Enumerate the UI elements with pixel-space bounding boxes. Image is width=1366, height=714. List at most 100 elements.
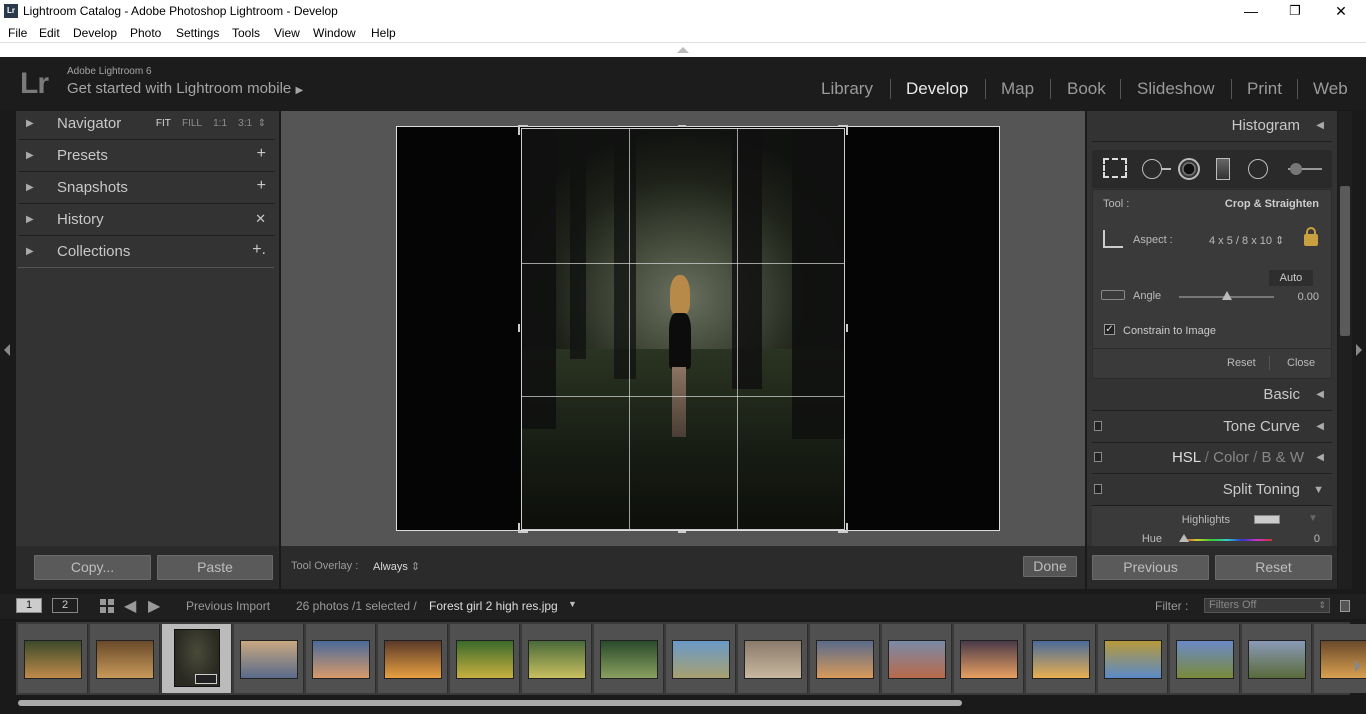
constrain-label[interactable]: Constrain to Image bbox=[1123, 325, 1216, 337]
photo-thumbnail[interactable] bbox=[384, 640, 442, 679]
grid-view-icon[interactable] bbox=[100, 599, 114, 613]
panel-switch-icon[interactable] bbox=[1094, 484, 1102, 494]
source-breadcrumb[interactable]: Previous Import bbox=[186, 599, 270, 613]
main-window-button[interactable]: 1 bbox=[16, 598, 42, 613]
module-develop[interactable]: Develop bbox=[906, 79, 968, 99]
filmstrip-cell[interactable] bbox=[738, 624, 808, 693]
swatch-dropdown-icon[interactable]: ▼ bbox=[1308, 513, 1318, 524]
crop-reset-button[interactable]: Reset bbox=[1227, 357, 1256, 369]
tab-color[interactable]: Color bbox=[1213, 449, 1249, 466]
tool-overlay-select[interactable]: Always ⇕ bbox=[373, 560, 420, 573]
photo-thumbnail[interactable] bbox=[600, 640, 658, 679]
filmstrip-cell[interactable] bbox=[234, 624, 304, 693]
photo-thumbnail[interactable] bbox=[960, 640, 1018, 679]
histogram-panel-header[interactable]: Histogram ◀ bbox=[1092, 112, 1332, 142]
crop-handle-right[interactable] bbox=[846, 324, 848, 332]
module-map[interactable]: Map bbox=[1001, 79, 1034, 99]
filmstrip-cell[interactable] bbox=[306, 624, 376, 693]
filmstrip-cell[interactable] bbox=[450, 624, 520, 693]
crop-handle-top[interactable] bbox=[678, 125, 686, 127]
zoom-3-1[interactable]: 3:1 bbox=[238, 118, 252, 129]
filmstrip-cell[interactable] bbox=[666, 624, 736, 693]
filmstrip-cell[interactable] bbox=[1026, 624, 1096, 693]
filter-select[interactable]: Filters Off ⇕ bbox=[1204, 598, 1330, 613]
filmstrip-cell[interactable] bbox=[162, 624, 232, 693]
filmstrip-cell[interactable] bbox=[90, 624, 160, 693]
photo-thumbnail[interactable] bbox=[240, 640, 298, 679]
paste-settings-button[interactable]: Paste bbox=[157, 555, 273, 580]
photo-thumbnail[interactable] bbox=[528, 640, 586, 679]
panel-switch-icon[interactable] bbox=[1094, 421, 1102, 431]
photo-thumbnail[interactable] bbox=[312, 640, 370, 679]
presets-panel-header[interactable]: ▶ Presets + bbox=[18, 142, 274, 172]
photo-thumbnail[interactable] bbox=[1176, 640, 1234, 679]
done-button[interactable]: Done bbox=[1023, 556, 1077, 577]
photo-thumbnail[interactable] bbox=[1032, 640, 1090, 679]
photo-thumbnail[interactable] bbox=[456, 640, 514, 679]
menu-develop[interactable]: Develop bbox=[73, 26, 117, 40]
menu-tools[interactable]: Tools bbox=[232, 26, 260, 40]
photo-thumbnail[interactable] bbox=[816, 640, 874, 679]
photo-thumbnail[interactable] bbox=[1104, 640, 1162, 679]
menu-window[interactable]: Window bbox=[313, 26, 356, 40]
crop-handle-bottom-right[interactable] bbox=[846, 523, 848, 533]
crop-overlay[interactable] bbox=[521, 128, 845, 530]
red-eye-icon[interactable] bbox=[1178, 158, 1200, 180]
filmstrip-cell[interactable] bbox=[522, 624, 592, 693]
right-panel-toggle-icon[interactable] bbox=[1356, 344, 1362, 356]
photo-thumbnail[interactable] bbox=[24, 640, 82, 679]
right-panel-scroll-thumb[interactable] bbox=[1340, 186, 1350, 336]
filmstrip-cell[interactable] bbox=[1242, 624, 1312, 693]
photo-thumbnail[interactable] bbox=[888, 640, 946, 679]
menu-help[interactable]: Help bbox=[371, 26, 396, 40]
filmstrip-cell[interactable] bbox=[18, 624, 88, 693]
zoom-fit[interactable]: FIT bbox=[156, 118, 171, 129]
photo-thumbnail[interactable] bbox=[672, 640, 730, 679]
zoom-more-icon[interactable]: ⇕ bbox=[258, 118, 266, 129]
angle-value[interactable]: 0.00 bbox=[1298, 291, 1319, 303]
menu-file[interactable]: File bbox=[8, 26, 27, 40]
module-library[interactable]: Library bbox=[821, 79, 873, 99]
panel-switch-icon[interactable] bbox=[1094, 452, 1102, 462]
forward-arrow-icon[interactable]: ▶ bbox=[148, 596, 160, 616]
hsl-panel-header[interactable]: HSL / Color / B & W ◀ bbox=[1092, 444, 1332, 474]
filmstrip-cell[interactable] bbox=[954, 624, 1024, 693]
auto-straighten-button[interactable]: Auto bbox=[1269, 270, 1313, 286]
top-panel-arrow-icon[interactable] bbox=[677, 47, 689, 53]
reset-button[interactable]: Reset bbox=[1215, 555, 1332, 580]
tab-hsl[interactable]: HSL bbox=[1172, 449, 1201, 466]
filmstrip-scroll-right-icon[interactable] bbox=[1355, 660, 1361, 672]
zoom-1-1[interactable]: 1:1 bbox=[213, 118, 227, 129]
copy-settings-button[interactable]: Copy... bbox=[34, 555, 151, 580]
menu-edit[interactable]: Edit bbox=[39, 26, 60, 40]
filmstrip-cell[interactable] bbox=[1170, 624, 1240, 693]
menu-photo[interactable]: Photo bbox=[130, 26, 161, 40]
photo-thumbnail[interactable] bbox=[744, 640, 802, 679]
add-snapshot-icon[interactable]: + bbox=[257, 177, 266, 195]
second-window-button[interactable]: 2 bbox=[52, 598, 78, 613]
crop-handle-top-right[interactable] bbox=[846, 125, 848, 135]
highlights-color-swatch[interactable] bbox=[1254, 515, 1280, 524]
crop-handle-top-left[interactable] bbox=[518, 125, 520, 135]
close-window-button[interactable]: ✕ bbox=[1318, 0, 1364, 23]
filmstrip-cell[interactable] bbox=[1314, 624, 1366, 693]
snapshots-panel-header[interactable]: ▶ Snapshots + bbox=[18, 174, 274, 204]
selected-filename[interactable]: Forest girl 2 high res.jpg bbox=[429, 599, 558, 613]
hue-slider-track[interactable] bbox=[1182, 539, 1272, 541]
tab-bw[interactable]: B & W bbox=[1261, 449, 1304, 466]
navigator-panel-header[interactable]: ▶ Navigator FIT FILL 1:1 3:1 ⇕ bbox=[18, 110, 274, 140]
photo-thumbnail[interactable] bbox=[1248, 640, 1306, 679]
collections-panel-header[interactable]: ▶ Collections +. bbox=[18, 238, 274, 268]
previous-button[interactable]: Previous bbox=[1092, 555, 1209, 580]
back-arrow-icon[interactable]: ◀ bbox=[124, 596, 136, 616]
minimize-button[interactable]: — bbox=[1228, 0, 1274, 23]
hue-slider-thumb[interactable] bbox=[1179, 534, 1189, 542]
filmstrip-cell[interactable] bbox=[594, 624, 664, 693]
module-print[interactable]: Print bbox=[1247, 79, 1282, 99]
graduated-filter-icon[interactable] bbox=[1216, 158, 1230, 180]
module-book[interactable]: Book bbox=[1067, 79, 1106, 99]
straighten-tool-icon[interactable] bbox=[1101, 290, 1125, 300]
filmstrip-cell[interactable] bbox=[378, 624, 448, 693]
module-web[interactable]: Web bbox=[1313, 79, 1348, 99]
crop-frame-icon[interactable] bbox=[1103, 230, 1123, 248]
